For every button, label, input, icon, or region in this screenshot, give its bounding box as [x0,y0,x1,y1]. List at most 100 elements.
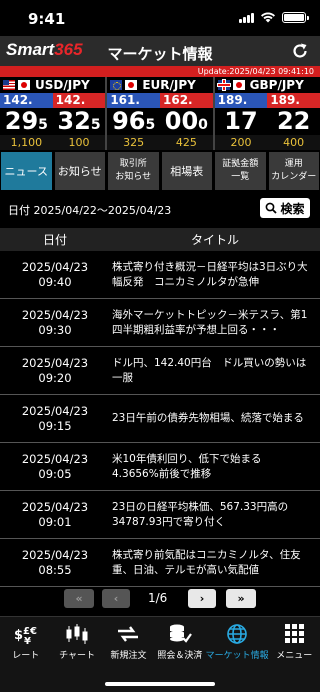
rate-usdjpy[interactable]: USD/JPY 142. 142. 295 325 1,100 100 [0,77,108,150]
column-header-title: タイトル [190,233,239,247]
news-title: 株式寄り前気配はコニカミノルタ、住友重、日油、テルモが高い気配値 [112,548,301,576]
eu-flag-icon [110,80,123,90]
diff-low: 325 [123,136,145,149]
tab-notices[interactable]: お知らせ [54,152,105,190]
diff-high: 100 [68,136,90,149]
tab-label: 運用 カレンダー [271,159,317,182]
date-range: 日付 2025/04/22〜2025/04/23 [8,204,172,217]
globe-icon [227,624,247,644]
news-row[interactable]: 2025/04/23 09:20 ドル円、142.40円台 ドル買いの勢いは一服 [0,347,320,395]
refresh-icon[interactable] [290,41,310,61]
pair-name: GBP/JPY [249,78,304,92]
jp-flag-icon [125,80,138,90]
svg-text:¥: ¥ [24,636,31,645]
update-timestamp: Update:2025/04/23 09:41:10 [0,66,320,77]
ask-big-figure: 162. [160,93,213,108]
page-title: マーケット情報 [107,45,213,63]
search-label: 検索 [280,201,305,216]
rate-panel: USD/JPY 142. 142. 295 325 1,100 100 EUR/JPY… [0,77,320,150]
news-row[interactable]: 2025/04/23 08:55 株式寄り前気配はコニカミノルタ、住友重、日油、テル… [0,539,320,587]
bid-price[interactable]: 965 [107,108,160,135]
bid-price[interactable]: 295 [0,108,53,135]
tab-label: 証拠金額 一覧 [222,159,259,182]
tabbar-label: マーケット情報 [205,651,269,661]
wifi-icon [261,12,275,23]
tab-quotes[interactable]: 相場表 [161,152,212,190]
rate-eurjpy[interactable]: EUR/JPY 161. 162. 965 000 325 425 [107,77,215,150]
news-title: 海外マーケットトピック－米テスラ、第1四半期粗利益率が予想上回る・・・ [112,308,308,336]
news-row[interactable]: 2025/04/23 09:05 米10年債利回り、低下で始まる 4.3656%前後… [0,443,320,491]
news-datetime: 2025/04/23 09:05 [21,451,89,481]
battery-icon [282,12,309,23]
bid-big-figure: 142. [0,93,53,108]
tab-label: 取引所 お知らせ [115,159,152,182]
bottom-tab-bar: $ £€ ¥ レート チャート 新規注文 照会＆決済 マーケット情報 メニュー [0,616,320,692]
news-datetime: 2025/04/23 09:40 [21,259,89,289]
rate-gbpjpy[interactable]: GBP/JPY 189. 189. 17 22 200 400 [214,77,320,150]
ask-price[interactable]: 22 [267,108,320,135]
settle-icon [169,624,192,643]
news-datetime: 2025/04/23 08:55 [21,547,89,577]
filter-bar: 日付 2025/04/22〜2025/04/23 検索 [0,196,320,222]
ask-price[interactable]: 325 [53,108,106,135]
status-bar: 9:41 [0,0,320,36]
news-title: 23日午前の債券先物相場、続落で始まる [112,412,304,424]
news-datetime: 2025/04/23 09:20 [21,355,89,385]
tab-news[interactable]: ニュース [1,152,52,190]
search-button[interactable]: 検索 [260,198,310,218]
us-flag-icon [3,80,15,90]
tab-exchange-notices[interactable]: 取引所 お知らせ [108,152,159,190]
news-title: 米10年債利回り、低下で始まる 4.3656%前後で推移 [112,452,272,480]
news-list: 2025/04/23 09:40 株式寄り付き概況－日経平均は3日ぶり大幅反発 コニ… [0,251,320,587]
home-indicator [105,682,215,686]
jp-flag-icon [18,80,30,90]
prev-page-button[interactable]: ‹ [102,589,130,608]
last-page-button[interactable]: » [226,589,256,608]
search-icon [266,202,278,214]
jp-flag-icon [232,80,245,90]
news-title: 23日の日経平均株価、567.33円高の34787.93円で寄り付く [112,500,289,528]
news-title: ドル円、142.40円台 ドル買いの勢いは一服 [112,356,307,384]
order-icon [118,626,139,642]
tab-calendar[interactable]: 運用 カレンダー [268,152,319,190]
bid-price[interactable]: 17 [215,108,268,135]
news-row[interactable]: 2025/04/23 09:15 23日午前の債券先物相場、続落で始まる [0,395,320,443]
news-row[interactable]: 2025/04/23 09:01 23日の日経平均株価、567.33円高の34787… [0,491,320,539]
tabbar-settlement[interactable]: 照会＆決済 [154,617,205,692]
news-datetime: 2025/04/23 09:01 [21,499,89,529]
table-header: 日付 タイトル [0,228,320,251]
ask-big-figure: 142. [52,93,106,108]
rate-icon: $ £€¥ [14,626,37,645]
diff-high: 425 [175,136,197,149]
news-datetime: 2025/04/23 09:30 [21,307,89,337]
pair-name: USD/JPY [35,78,90,92]
pair-name: EUR/JPY [142,78,196,92]
diff-high: 400 [283,136,305,149]
diff-low: 200 [230,136,252,149]
tabbar-new-order[interactable]: 新規注文 [103,617,154,692]
status-icons [239,12,309,23]
tabbar-rate[interactable]: $ £€ ¥ レート [0,617,51,692]
news-row[interactable]: 2025/04/23 09:40 株式寄り付き概況－日経平均は3日ぶり大幅反発 コニ… [0,251,320,299]
ask-price[interactable]: 000 [160,108,213,135]
next-page-button[interactable]: › [188,589,216,608]
news-datetime: 2025/04/23 09:15 [21,403,89,433]
tabbar-label: 新規注文 [110,651,147,661]
tabbar-label: チャート [59,651,96,661]
tabbar-menu[interactable]: メニュー [269,617,320,692]
status-time: 9:41 [28,10,66,28]
page-indicator: 1/6 [148,591,168,605]
tab-margin-list[interactable]: 証拠金額 一覧 [215,152,266,190]
column-header-date: 日付 [42,233,67,247]
tabbar-label: レート [12,651,40,661]
bid-big-figure: 161. [107,93,160,108]
tabbar-label: 照会＆決済 [157,651,203,661]
info-tabs: ニュース お知らせ 取引所 お知らせ 相場表 証拠金額 一覧 運用 カレンダー [0,152,320,190]
first-page-button[interactable]: « [64,589,94,608]
tabbar-chart[interactable]: チャート [51,617,102,692]
uk-flag-icon [217,80,230,90]
signal-icon [239,12,254,23]
tabbar-market-info[interactable]: マーケット情報 [206,617,269,692]
menu-icon [285,624,305,643]
news-row[interactable]: 2025/04/23 09:30 海外マーケットトピック－米テスラ、第1四半期粗利益… [0,299,320,347]
